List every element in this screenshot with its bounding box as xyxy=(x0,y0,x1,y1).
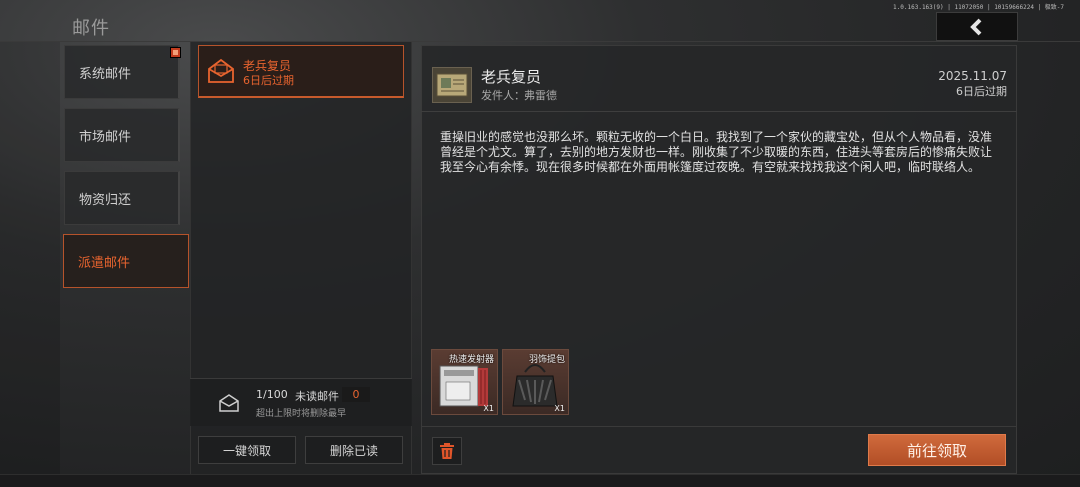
mail-count: 1/100 xyxy=(256,388,288,401)
envelope-icon xyxy=(208,58,234,83)
page-title: 邮件 xyxy=(72,18,110,39)
left-backdrop xyxy=(0,42,60,474)
back-button[interactable] xyxy=(936,12,1018,41)
mail-body: 重操旧业的感觉也没那么坏。颗粒无收的一个白日。我找到了一个家伙的藏宝处，但从个人… xyxy=(440,130,993,174)
mail-item-expire: 6日后过期 xyxy=(243,74,294,87)
sender-name: 弗雷德 xyxy=(524,89,557,102)
category-label: 市场邮件 xyxy=(79,129,132,145)
attachment-item[interactable]: 羽饰提包 X1 xyxy=(502,349,569,415)
category-market-mail[interactable]: 市场邮件 xyxy=(64,108,180,162)
footer-divider xyxy=(421,426,1017,427)
unread-label: 未读邮件 xyxy=(295,390,339,403)
category-label: 物资归还 xyxy=(79,192,132,208)
mail-stack-icon xyxy=(219,394,239,412)
letter-icon xyxy=(436,73,468,97)
attachment-item[interactable]: 热速发射器 X1 xyxy=(431,349,498,415)
attachment-name: 羽饰提包 xyxy=(528,355,565,365)
version-text: 1.0.163.163(9) | 11072050 | 10159666224 … xyxy=(893,4,1064,11)
mail-expire: 6日后过期 xyxy=(956,85,1007,98)
go-claim-button[interactable]: 前往领取 xyxy=(868,434,1006,466)
mail-count-area: 1/100 未读邮件 0 超出上限时将删除最早 xyxy=(190,378,412,426)
category-label: 派遣邮件 xyxy=(78,255,131,271)
notification-badge xyxy=(170,47,181,58)
sender-label: 发件人： xyxy=(481,89,525,102)
attachment-name: 热速发射器 xyxy=(448,355,494,365)
unread-count: 0 xyxy=(342,387,370,402)
header-divider xyxy=(0,41,1080,42)
delete-read-button[interactable]: 删除已读 xyxy=(305,436,403,464)
category-system-mail[interactable]: 系统邮件 xyxy=(64,45,180,99)
claim-all-button[interactable]: 一键领取 xyxy=(198,436,296,464)
mail-list-item[interactable]: 老兵复员 6日后过期 xyxy=(198,45,404,98)
attachment-qty: X1 xyxy=(554,404,565,413)
limit-note: 超出上限时将删除最早 xyxy=(256,409,347,419)
attachment-qty: X1 xyxy=(483,404,494,413)
category-dispatch-mail[interactable]: 派遣邮件 xyxy=(63,234,189,288)
chevron-left-icon xyxy=(970,18,982,35)
mail-date: 2025.11.07 xyxy=(938,69,1007,83)
category-supply-return[interactable]: 物资归还 xyxy=(64,171,180,225)
bottom-bar xyxy=(0,474,1080,487)
detail-divider xyxy=(421,111,1017,112)
category-label: 系统邮件 xyxy=(79,66,132,82)
mail-title: 老兵复员 xyxy=(481,68,542,86)
trash-icon xyxy=(440,443,454,459)
delete-mail-button[interactable] xyxy=(432,437,462,465)
sender-avatar xyxy=(432,67,472,103)
